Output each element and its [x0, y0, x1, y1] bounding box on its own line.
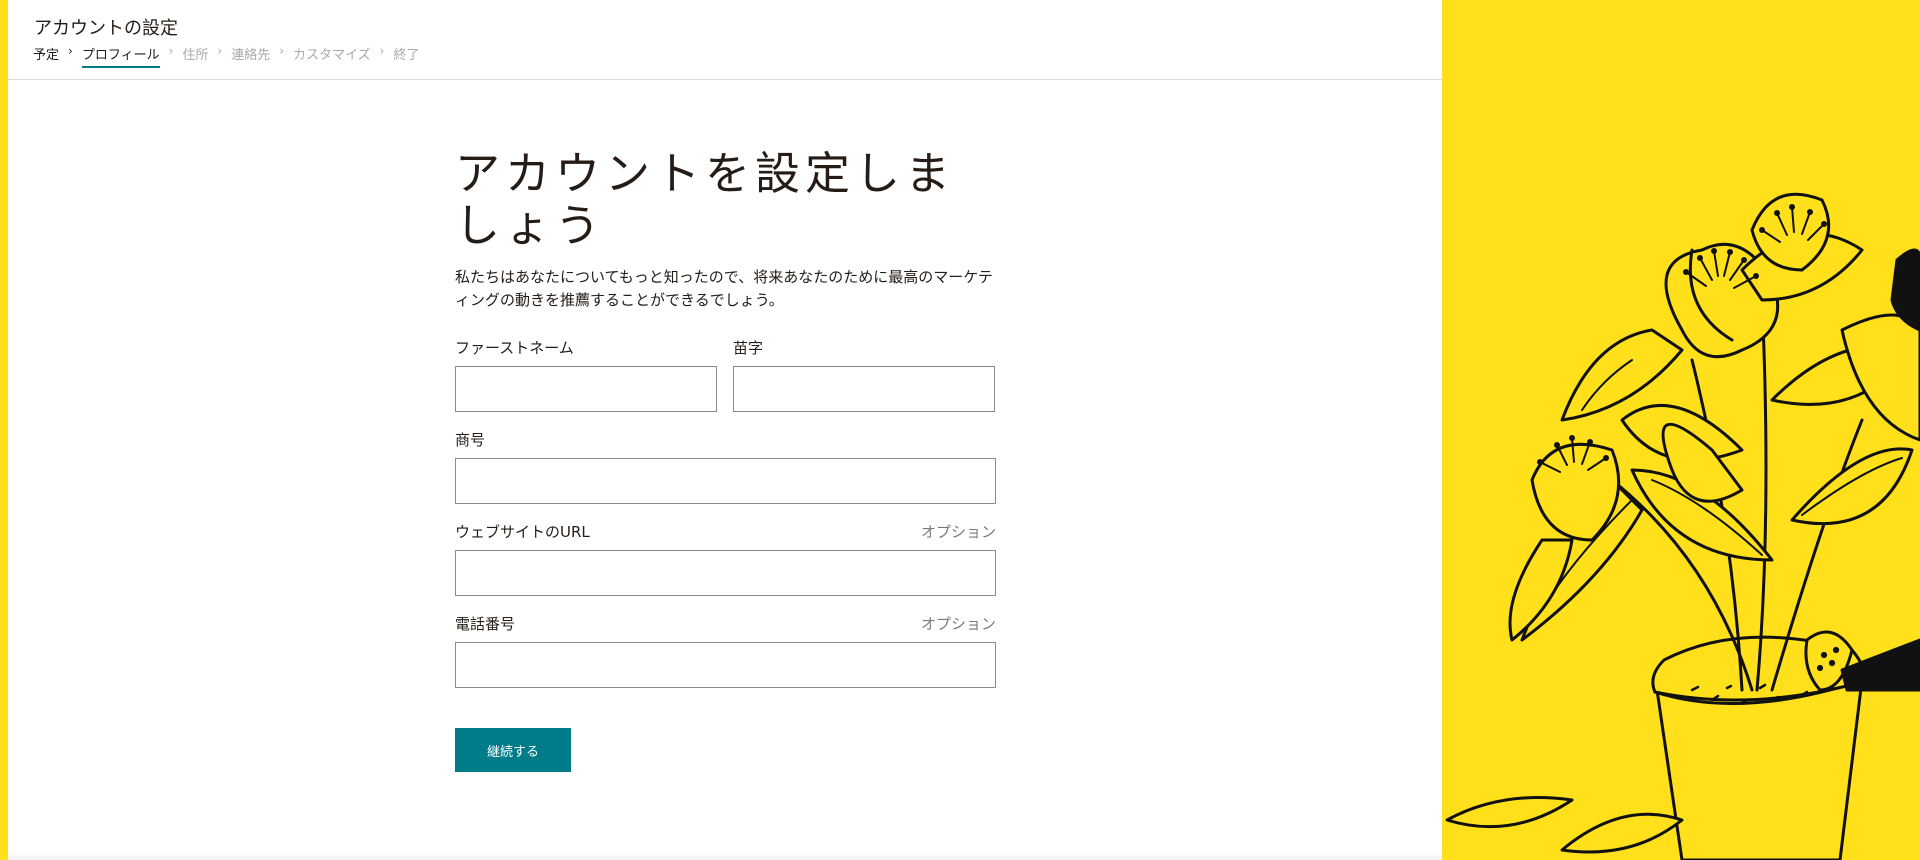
last-name-label: 苗字 — [733, 338, 764, 357]
left-accent-strip — [0, 0, 8, 860]
phone-optional-hint: オプション — [920, 614, 996, 633]
phone-group: 電話番号 オプション — [455, 612, 997, 688]
business-name-input[interactable] — [455, 458, 996, 504]
breadcrumb-item-schedule[interactable]: 予定 — [33, 44, 59, 66]
breadcrumb-item-address: 住所 — [182, 48, 209, 63]
last-name-input[interactable] — [733, 366, 995, 412]
breadcrumb: 予定 › プロフィール › 住所 › 連絡先 › カスタマイズ › 終了 — [33, 44, 420, 68]
first-name-input[interactable] — [455, 366, 717, 412]
breadcrumb-item-finish: 終了 — [393, 48, 420, 63]
first-name-label: ファーストネーム — [455, 338, 574, 357]
bottom-shadow — [8, 852, 1442, 860]
plant-illustration — [1442, 0, 1920, 860]
chevron-right-icon: › — [217, 44, 223, 58]
chevron-right-icon: › — [279, 44, 285, 58]
name-row: ファーストネーム 苗字 — [455, 336, 997, 412]
lead-text: 私たちはあなたについてもっと知ったので、将来あなたのために最高のマーケティングの… — [455, 268, 993, 309]
profile-form: アカウントを設定しましょう 私たちはあなたについてもっと知ったので、将来あなたの… — [455, 148, 997, 772]
website-input[interactable] — [455, 550, 996, 596]
last-name-group: 苗字 — [733, 336, 995, 412]
chevron-right-icon: › — [68, 44, 73, 58]
breadcrumb-item-profile[interactable]: プロフィール — [81, 44, 160, 68]
chevron-right-icon: › — [379, 44, 385, 58]
main-panel: アカウントの設定 予定 › プロフィール › 住所 › 連絡先 › カスタマイズ… — [8, 0, 1442, 860]
potted-plant-icon — [1445, 192, 1920, 860]
phone-input[interactable] — [455, 642, 996, 688]
breadcrumb-item-contacts: 連絡先 — [231, 48, 271, 63]
phone-label: 電話番号 — [455, 614, 516, 633]
business-name-label: 商号 — [455, 430, 486, 449]
business-name-group: 商号 — [455, 428, 997, 504]
app-title: アカウントの設定 — [34, 18, 178, 39]
breadcrumb-item-customize: カスタマイズ — [293, 48, 371, 63]
top-bar: アカウントの設定 予定 › プロフィール › 住所 › 連絡先 › カスタマイズ… — [8, 0, 1442, 80]
first-name-group: ファーストネーム — [455, 336, 717, 412]
continue-button[interactable]: 継続する — [455, 728, 571, 772]
page-heading: アカウントを設定しましょう — [455, 147, 956, 252]
website-label: ウェブサイトのURL — [455, 522, 590, 541]
chevron-right-icon: › — [168, 44, 174, 58]
website-optional-hint: オプション — [920, 522, 996, 541]
website-group: ウェブサイトのURL オプション — [455, 520, 997, 596]
